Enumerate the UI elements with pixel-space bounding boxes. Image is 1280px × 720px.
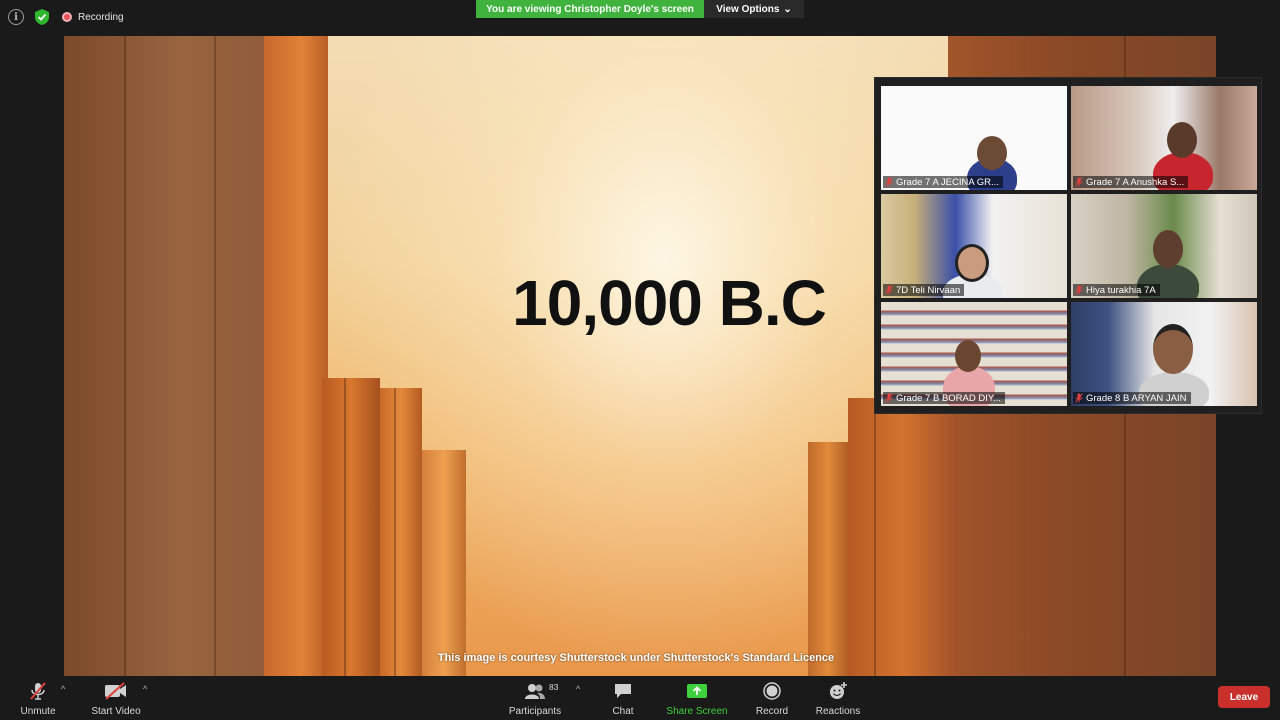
recording-icon [62, 12, 72, 22]
chat-button[interactable]: Chat [604, 680, 642, 720]
info-icon[interactable]: i [8, 9, 24, 25]
participant-head [955, 244, 989, 282]
slide-column-left-lower-2 [380, 388, 422, 676]
slide-column-left-lower-3 [422, 450, 466, 676]
recording-label: Recording [78, 11, 124, 23]
participant-name: Hiya turakhia 7A [1086, 284, 1156, 296]
participant-name: Grade 7 A Anushka S... [1086, 176, 1185, 188]
viewing-screen-banner: You are viewing Christopher Doyle's scre… [476, 0, 704, 18]
participant-name: Grade 7 B BORAD DIY... [896, 392, 1001, 404]
reactions-label: Reactions [815, 706, 861, 717]
record-label: Record [755, 706, 789, 717]
video-options-caret[interactable]: ^ [143, 684, 147, 694]
participant-tile[interactable]: 7D Teli Nirvaan [881, 194, 1067, 298]
participant-tile[interactable]: Grade 7 B BORAD DIY... [881, 302, 1067, 406]
reactions-button[interactable]: Reactions [814, 680, 862, 720]
column-groove [344, 378, 346, 676]
video-off-icon [105, 682, 126, 700]
slide-column-left-edge [264, 36, 328, 676]
meeting-status-area: i Recording [8, 8, 124, 26]
participant-head [977, 136, 1007, 170]
unmute-button[interactable]: Unmute [16, 680, 60, 720]
participant-name-label: Grade 7 A Anushka S... [1073, 176, 1189, 188]
record-icon [763, 682, 781, 700]
unmute-label: Unmute [20, 706, 56, 717]
chat-label: Chat [612, 706, 634, 717]
slide-column-right-lower [808, 442, 848, 676]
participant-name: Grade 8 B ARYAN JAIN [1086, 392, 1187, 404]
mic-off-icon [885, 393, 893, 403]
view-options-label: View Options [716, 3, 780, 15]
share-screen-button[interactable]: Share Screen [664, 680, 730, 720]
meeting-controls: Unmute ^ Start Video ^ Participants 83 ^… [0, 676, 1280, 720]
participant-head [1153, 230, 1183, 268]
slide-column-left-lower [322, 378, 380, 676]
participant-name-label: Grade 7 A JECINA GR... [883, 176, 1003, 188]
participant-name: 7D Teli Nirvaan [896, 284, 961, 296]
start-video-label: Start Video [91, 706, 141, 717]
shield-icon[interactable] [34, 8, 50, 26]
participants-options-caret[interactable]: ^ [576, 684, 580, 694]
mic-off-icon [1075, 285, 1083, 295]
record-button[interactable]: Record [752, 680, 792, 720]
leave-button[interactable]: Leave [1218, 686, 1270, 708]
reactions-icon [830, 682, 847, 699]
participant-tile[interactable]: Grade 7 A JECINA GR... [881, 86, 1067, 190]
mic-off-icon [885, 285, 893, 295]
column-groove [214, 36, 216, 676]
participant-name-label: Grade 7 B BORAD DIY... [883, 392, 1005, 404]
column-groove [874, 398, 876, 676]
view-options-button[interactable]: View Options ⌄ [704, 0, 804, 18]
zoom-meeting-window: i Recording You are viewing Christopher … [0, 0, 1280, 720]
participants-label: Participants [508, 706, 562, 717]
participant-name-label: 7D Teli Nirvaan [883, 284, 965, 296]
participant-head [1153, 324, 1193, 374]
participant-head [955, 340, 981, 372]
audio-options-caret[interactable]: ^ [61, 684, 65, 694]
chevron-down-icon: ⌄ [783, 3, 792, 15]
top-bar: i Recording You are viewing Christopher … [0, 0, 1280, 36]
participant-name-label: Hiya turakhia 7A [1073, 284, 1160, 296]
mic-off-icon [1075, 393, 1083, 403]
mic-off-icon [885, 177, 893, 187]
share-screen-label: Share Screen [666, 706, 728, 717]
mic-off-icon [30, 682, 46, 700]
participants-icon [525, 684, 545, 699]
participant-name: Grade 7 A JECINA GR... [896, 176, 999, 188]
share-screen-icon [687, 684, 707, 698]
mic-off-icon [1075, 177, 1083, 187]
participant-tile[interactable]: Hiya turakhia 7A [1071, 194, 1257, 298]
chat-icon [615, 684, 631, 698]
participant-name-label: Grade 8 B ARYAN JAIN [1073, 392, 1191, 404]
slide-column-right-lower-2 [848, 398, 958, 676]
participants-count: 83 [549, 682, 559, 692]
slide-credit: This image is courtesy Shutterstock unde… [437, 652, 835, 664]
start-video-button[interactable]: Start Video [86, 680, 146, 720]
participant-tile[interactable]: Grade 7 A Anushka S... [1071, 86, 1257, 190]
participant-head [1167, 122, 1197, 158]
column-groove [394, 388, 396, 676]
recording-indicator[interactable]: Recording [62, 12, 124, 23]
column-groove [124, 36, 126, 676]
participant-tile[interactable]: Grade 8 B ARYAN JAIN [1071, 302, 1257, 406]
video-gallery: Grade 7 A JECINA GR... Grade 7 A Anushka… [874, 77, 1262, 414]
